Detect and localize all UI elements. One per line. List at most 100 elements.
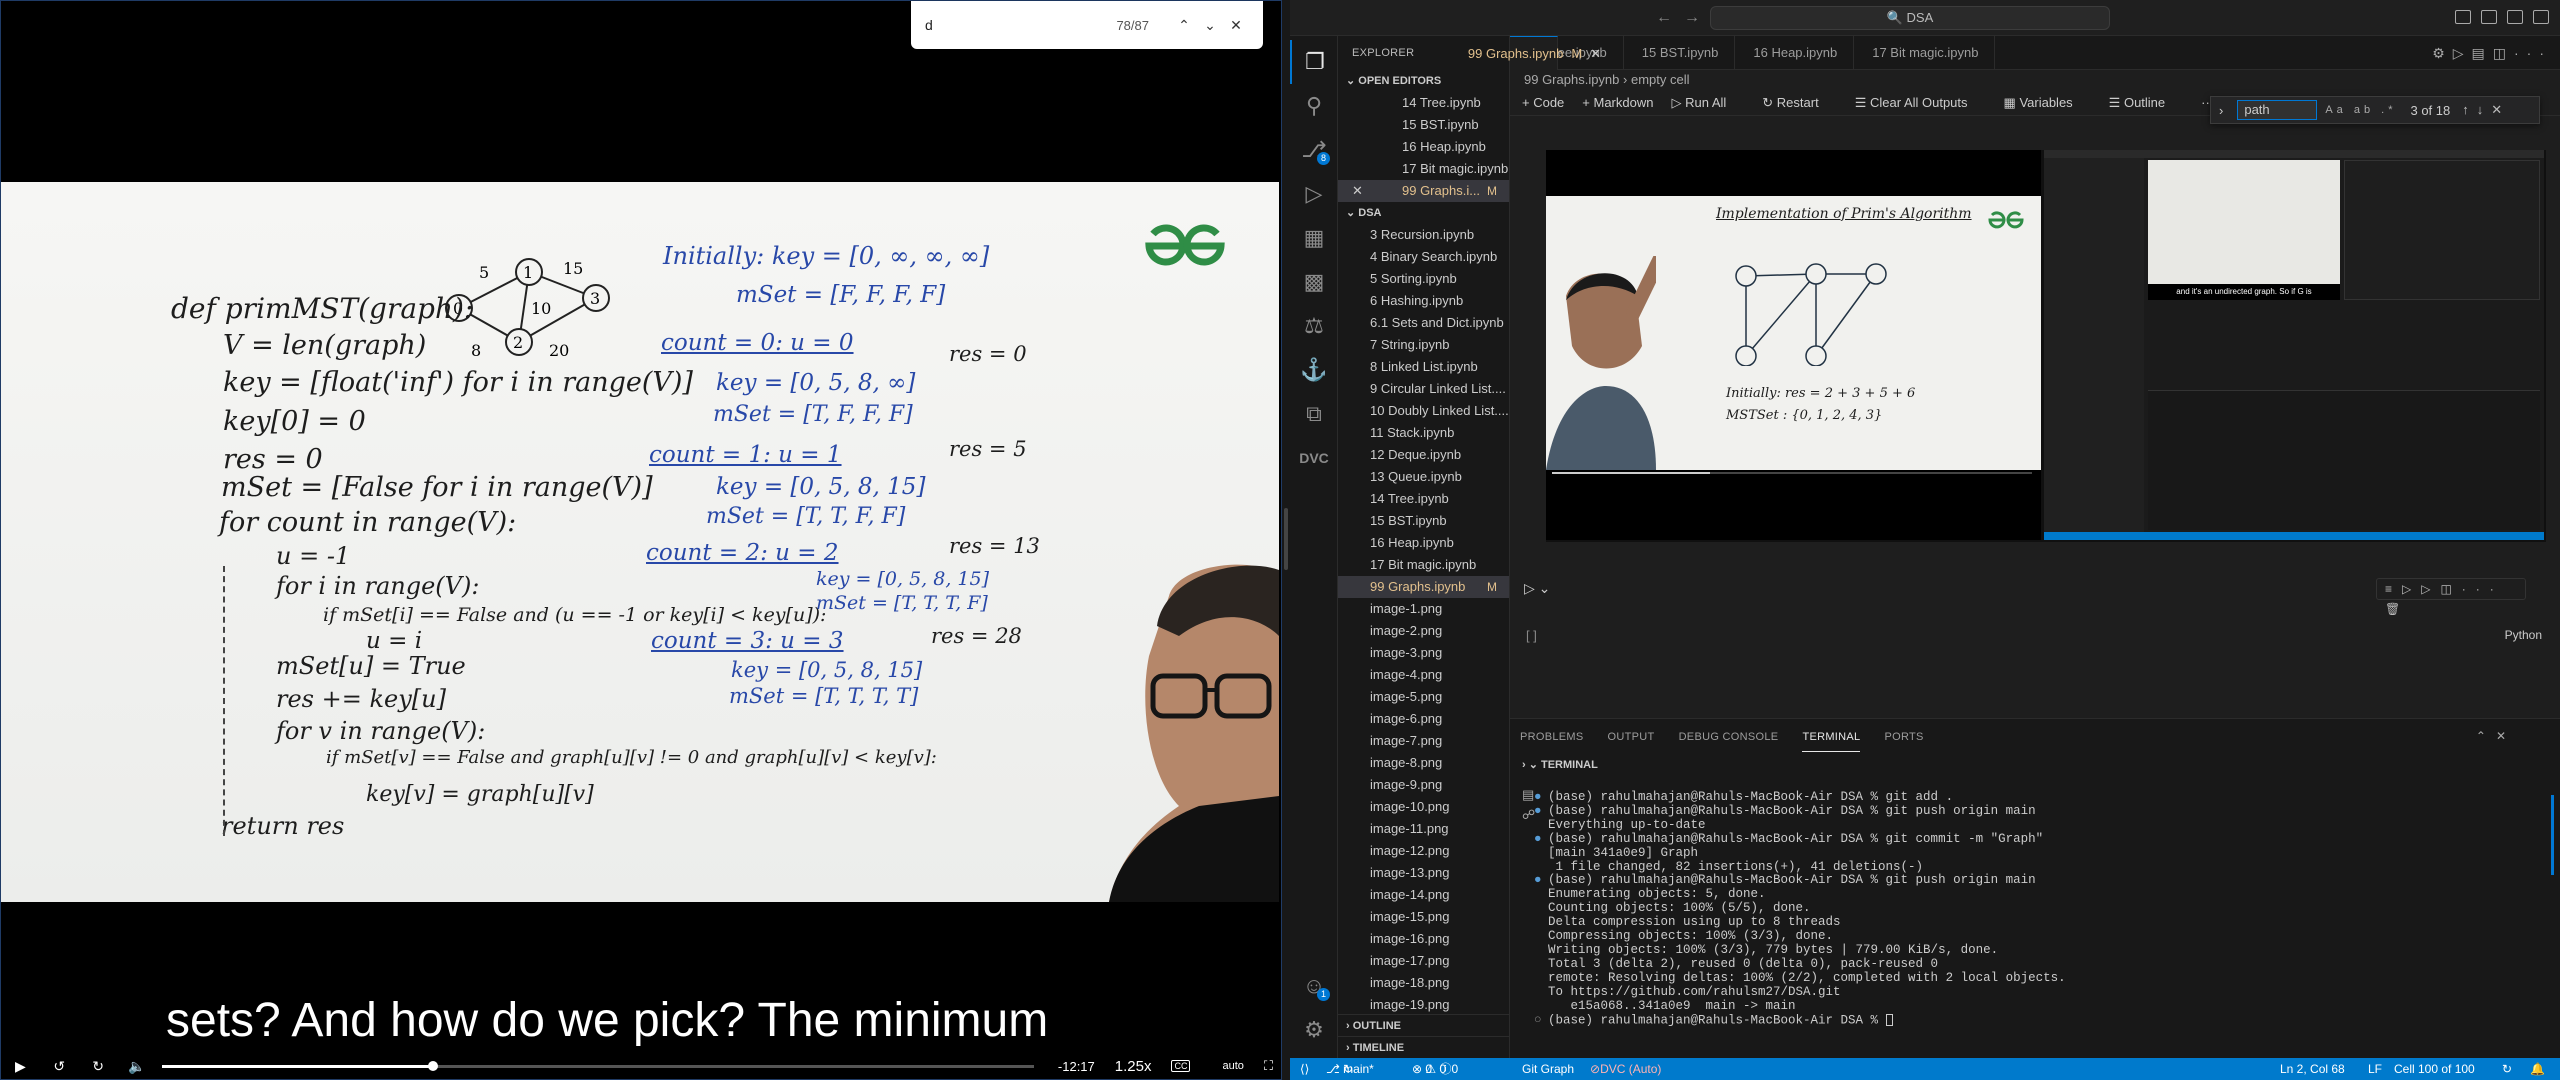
cursor-position[interactable]: Ln 2, Col 68 xyxy=(2280,1058,2345,1080)
toggle-secondary-sidebar-icon[interactable] xyxy=(2507,10,2523,24)
add-code-button[interactable]: + Code xyxy=(1522,90,1564,115)
empty-code-cell[interactable]: ▷ ⌄ [ ] Python ≡▷▷◫···🗑 xyxy=(1510,576,2560,643)
back-arrow-icon[interactable]: ← xyxy=(1656,9,1672,27)
open-editors-section[interactable]: ⌄ OPEN EDITORS xyxy=(1338,70,1509,92)
fullscreen-icon[interactable]: ⛶ xyxy=(1264,1058,1273,1074)
remote-icon[interactable]: ⟨⟩ xyxy=(1300,1058,1309,1080)
command-status-icon[interactable]: ● xyxy=(1534,790,1549,805)
split-divider[interactable] xyxy=(1282,0,1290,1080)
open-editor-item[interactable]: 14 Tree.ipynb xyxy=(1338,92,1509,114)
open-editor-item[interactable]: 15 BST.ipynb xyxy=(1338,114,1509,136)
outline-button[interactable]: ☰ Outline xyxy=(2109,90,2183,115)
tab-ports[interactable]: PORTS xyxy=(1884,731,1923,743)
file-tree-item[interactable]: image-15.png xyxy=(1338,906,1509,928)
terminal-scrollbar[interactable] xyxy=(2551,795,2554,875)
cell-language[interactable]: Python xyxy=(2505,628,2542,642)
docker-icon[interactable]: ⚓ xyxy=(1290,348,1338,392)
expand-replace-icon[interactable]: › xyxy=(2219,103,2223,118)
find-next-icon[interactable]: ⌄ xyxy=(1197,12,1223,38)
find-input[interactable]: path xyxy=(2237,100,2318,120)
file-tree-item[interactable]: 99 Graphs.ipynb M xyxy=(1338,576,1509,598)
file-tree-item[interactable]: 8 Linked List.ipynb xyxy=(1338,356,1509,378)
variables-button[interactable]: ▦ Variables xyxy=(2004,90,2091,115)
tab-problems[interactable]: PROBLEMS xyxy=(1520,731,1584,743)
tab-17-bit-magic[interactable]: 17 Bit magic.ipynb xyxy=(1854,36,1996,70)
video-frame[interactable]: 0 1 2 3 5 15 10 8 20 def primMST(graph):… xyxy=(1,182,1279,902)
close-tab-icon[interactable]: ✕ xyxy=(1590,37,1601,71)
cell-toolbar[interactable]: ≡▷▷◫···🗑 xyxy=(2376,578,2526,616)
file-tree-item[interactable]: image-13.png xyxy=(1338,862,1509,884)
run-debug-icon[interactable]: ▷ xyxy=(1290,172,1338,216)
file-tree-item[interactable]: 6 Hashing.ipynb xyxy=(1338,290,1509,312)
command-status-icon[interactable]: ● xyxy=(1534,804,1549,819)
find-nav-arrows[interactable]: ↑↓✕ xyxy=(2462,102,2510,118)
file-tree-item[interactable]: image-11.png xyxy=(1338,818,1509,840)
close-icon[interactable]: ✕ xyxy=(1223,12,1249,38)
find-bar[interactable]: d 78/87 ⌃ ⌄ ✕ xyxy=(911,1,1263,49)
source-control-icon[interactable]: ⎇ 8 xyxy=(1290,128,1338,172)
file-tree-item[interactable]: 7 String.ipynb xyxy=(1338,334,1509,356)
quality-button[interactable]: auto xyxy=(1222,1060,1243,1072)
command-status-icon[interactable]: ○ xyxy=(1534,1013,1549,1028)
split-grip[interactable] xyxy=(1284,508,1288,570)
file-tree-item[interactable]: image-18.png xyxy=(1338,972,1509,994)
settings-gear-icon[interactable]: ⚙ xyxy=(1290,1008,1338,1052)
close-editor-icon[interactable]: ✕ xyxy=(1352,180,1363,202)
find-prev-icon[interactable]: ⌃ xyxy=(1171,12,1197,38)
branch-indicator[interactable]: ⎇ main* ↻ xyxy=(1326,1058,1374,1080)
file-tree-item[interactable]: 6.1 Sets and Dict.ipynb xyxy=(1338,312,1509,334)
file-tree-item[interactable]: image-2.png xyxy=(1338,620,1509,642)
file-tree-item[interactable]: 5 Sorting.ipynb xyxy=(1338,268,1509,290)
file-tree-item[interactable]: 16 Heap.ipynb xyxy=(1338,532,1509,554)
clear-outputs-button[interactable]: ☰ Clear All Outputs xyxy=(1855,90,1986,115)
breadcrumb-cell[interactable]: empty cell xyxy=(1631,72,1690,87)
open-editor-item[interactable]: 17 Bit magic.ipynb xyxy=(1338,158,1509,180)
seek-bar[interactable] xyxy=(162,1060,1034,1071)
extensions-icon[interactable]: ▦ xyxy=(1290,216,1338,260)
file-tree-item[interactable]: image-6.png xyxy=(1338,708,1509,730)
file-tree-item[interactable]: image-19.png xyxy=(1338,994,1509,1016)
command-status-icon[interactable]: ● xyxy=(1534,874,1549,888)
search-icon[interactable]: ⚲ xyxy=(1290,84,1338,128)
rewind-icon[interactable]: ↺ xyxy=(40,1058,79,1075)
toggle-sidebar-icon[interactable] xyxy=(2455,10,2471,24)
add-markdown-button[interactable]: + Markdown xyxy=(1582,90,1653,115)
command-status-icon[interactable]: ● xyxy=(1534,832,1549,847)
find-query[interactable]: d xyxy=(925,17,1116,33)
notebook-find-widget[interactable]: › path Aa ab .* 3 of 18 ↑↓✕ xyxy=(2210,96,2540,124)
inner-seek-bar[interactable] xyxy=(1552,472,2032,474)
video-player[interactable]: 0 1 2 3 5 15 10 8 20 def primMST(graph):… xyxy=(0,0,1282,1080)
open-editor-item[interactable]: ✕ 99 Graphs.i... M xyxy=(1338,180,1509,202)
dvc-status[interactable]: ⊘ DVC (Auto) xyxy=(1590,1058,1661,1080)
output-video[interactable]: Implementation of Prim's Algorithm Initi… xyxy=(1546,150,2041,540)
file-tree-item[interactable]: image-14.png xyxy=(1338,884,1509,906)
sync-icon[interactable]: ↻ xyxy=(2502,1058,2512,1080)
testing-icon[interactable]: ⚖ xyxy=(1290,304,1338,348)
folder-section[interactable]: ⌄ DSA xyxy=(1338,202,1509,224)
forward-icon[interactable]: ↻ xyxy=(79,1058,118,1075)
account-icon[interactable]: ☺ 1 xyxy=(1290,964,1338,1008)
file-tree-item[interactable]: image-8.png xyxy=(1338,752,1509,774)
file-tree-item[interactable]: image-9.png xyxy=(1338,774,1509,796)
explorer-icon[interactable]: ❐ xyxy=(1290,40,1338,84)
terminal-output[interactable]: ● (base) rahulmahajan@Rahuls-MacBook-Air… xyxy=(1534,790,2548,1028)
tab-99-graphs[interactable]: 99 Graphs.ipynb M ✕ xyxy=(1468,36,1601,70)
file-tree-item[interactable]: 13 Queue.ipynb xyxy=(1338,466,1509,488)
eol-indicator[interactable]: LF xyxy=(2368,1058,2382,1080)
jupyter-icon[interactable]: ⧉ xyxy=(1290,392,1338,436)
run-all-button[interactable]: ▷ Run All xyxy=(1671,90,1744,115)
toggle-panel-icon[interactable] xyxy=(2481,10,2497,24)
notifications-icon[interactable]: 🔔 xyxy=(2530,1058,2545,1080)
timeline-section[interactable]: › TIMELINE xyxy=(1338,1036,1509,1058)
dvc-icon[interactable]: DVC xyxy=(1290,436,1338,480)
tab-16-heap[interactable]: 16 Heap.ipynb xyxy=(1735,36,1855,70)
forward-arrow-icon[interactable]: → xyxy=(1684,9,1700,27)
customize-layout-icon[interactable] xyxy=(2533,10,2549,24)
run-cell-icon[interactable]: ▷ ⌄ xyxy=(1524,580,1550,597)
file-tree-item[interactable]: image-7.png xyxy=(1338,730,1509,752)
restart-button[interactable]: ↻ Restart xyxy=(1762,90,1836,115)
tab-15-bst[interactable]: 15 BST.ipynb xyxy=(1624,36,1736,70)
open-editor-item[interactable]: 16 Heap.ipynb xyxy=(1338,136,1509,158)
remote-explorer-icon[interactable]: ▩ xyxy=(1290,260,1338,304)
editor-actions[interactable]: ⚙▷▤◫··· xyxy=(2432,45,2552,62)
